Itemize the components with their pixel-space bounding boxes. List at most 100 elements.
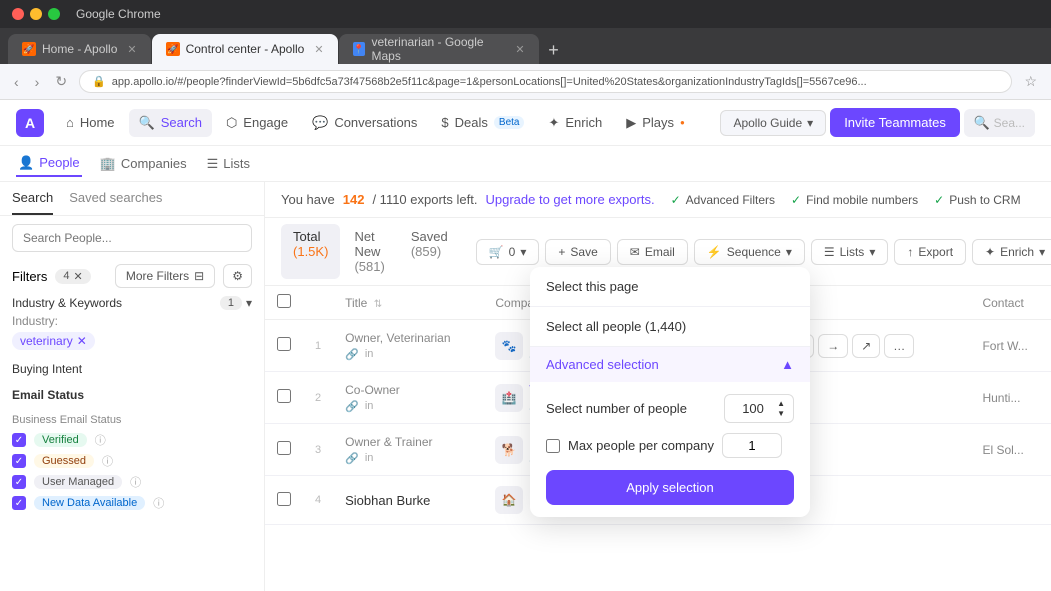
remove-industry-icon[interactable]: ✕ — [77, 334, 87, 348]
more-btn-1[interactable]: … — [884, 334, 914, 358]
nav-search[interactable]: 🔍 Search — [129, 109, 212, 137]
row-number-2: 2 — [303, 372, 333, 424]
people-icon: 👤 — [18, 155, 34, 171]
tab-title-home: Home - Apollo — [42, 42, 117, 56]
upgrade-link[interactable]: Upgrade to get more exports. — [485, 192, 654, 207]
person-title-3: Owner & Trainer — [345, 435, 471, 449]
link-icon-3[interactable]: 🔗 — [345, 452, 359, 465]
filters-count-badge[interactable]: 4 ✕ — [55, 269, 90, 284]
bookmark-button[interactable]: ☆ — [1020, 71, 1041, 92]
location-1: Fort W... — [982, 339, 1027, 353]
share-btn-1[interactable]: ↗ — [852, 334, 880, 358]
company-avatar-4: 🏠 — [495, 486, 523, 514]
sequence-button[interactable]: ⚡ Sequence ▾ — [694, 239, 805, 265]
linkedin-icon-3[interactable]: in — [365, 452, 374, 465]
tab-close-home[interactable]: ✕ — [127, 43, 136, 56]
nav-engage[interactable]: ⬡ Engage — [216, 109, 298, 137]
title-sort-icon[interactable]: ⇅ — [374, 299, 382, 310]
back-button[interactable]: ‹ — [10, 72, 23, 92]
cart-button[interactable]: 🛒 0 ▾ — [476, 239, 540, 265]
tab-close-maps[interactable]: ✕ — [515, 43, 524, 56]
industry-keywords-filter[interactable]: Industry & Keywords 1 ▾ Industry: veteri… — [0, 292, 264, 358]
check-icon-3: ✓ — [934, 193, 944, 207]
max-people-row: Max people per company — [546, 433, 794, 458]
plays-icon: ▶ — [626, 115, 636, 131]
invite-teammates-button[interactable]: Invite Teammates — [830, 108, 960, 137]
select-all-checkbox[interactable] — [277, 294, 291, 308]
chevron-cart-icon: ▾ — [520, 245, 526, 259]
tab-close-control[interactable]: ✕ — [314, 43, 323, 56]
company-avatar-3: 🐕 — [495, 436, 523, 464]
link-icon-2[interactable]: 🔗 — [345, 400, 359, 413]
increment-icon[interactable]: ▲ — [777, 399, 785, 408]
link-icon-1[interactable]: 🔗 — [345, 348, 359, 361]
apollo-guide-button[interactable]: Apollo Guide ▾ — [720, 110, 826, 136]
browser-tab-maps[interactable]: 📍 veterinarian - Google Maps ✕ — [339, 34, 539, 64]
nav-deals[interactable]: $ Deals Beta — [431, 109, 534, 136]
nav-plays[interactable]: ▶ Plays ● — [616, 109, 695, 137]
sidebar-tab-saved[interactable]: Saved searches — [69, 190, 162, 215]
people-search-input[interactable] — [12, 224, 252, 252]
email-button[interactable]: ✉ Email — [617, 239, 688, 265]
mobile-numbers-check: ✓ Find mobile numbers — [791, 193, 918, 207]
more-filters-button[interactable]: More Filters ⊟ — [115, 264, 215, 288]
apply-selection-button[interactable]: Apply selection — [546, 470, 794, 505]
advanced-selection-header[interactable]: Advanced selection ▲ — [530, 347, 810, 382]
close-filter-icon[interactable]: ✕ — [74, 270, 83, 283]
status-new-data-row: ✓ New Data Available ⓘ — [12, 495, 252, 511]
subnav-lists[interactable]: ☰ Lists — [205, 152, 252, 176]
fullscreen-window-button[interactable] — [48, 8, 60, 20]
buying-intent-filter[interactable]: Buying Intent — [0, 358, 264, 380]
industry-count-badge: 1 — [220, 296, 242, 310]
filter-settings-button[interactable]: ⚙ — [223, 264, 252, 288]
forward-btn-1[interactable]: → — [818, 334, 848, 358]
url-bar[interactable]: 🔒 app.apollo.io/#/people?finderViewId=5b… — [79, 70, 1012, 93]
reload-button[interactable]: ↻ — [51, 71, 71, 92]
apollo-guide-label: Apollo Guide — [733, 116, 802, 130]
chevron-seq-icon: ▾ — [786, 245, 792, 259]
row-checkbox-2[interactable] — [277, 389, 291, 403]
mobile-numbers-label: Find mobile numbers — [806, 193, 918, 207]
user-managed-badge: User Managed — [34, 475, 122, 489]
new-tab-button[interactable]: + — [540, 36, 568, 64]
save-button[interactable]: + Save — [545, 239, 610, 265]
tab-saved[interactable]: Saved (859) — [399, 224, 460, 279]
email-status-filter[interactable]: Email Status — [0, 380, 264, 406]
nav-home[interactable]: ⌂ Home — [56, 109, 125, 136]
minimize-window-button[interactable] — [30, 8, 42, 20]
linkedin-icon-2[interactable]: in — [365, 400, 374, 413]
select-all-people-option[interactable]: Select all people (1,440) — [530, 307, 810, 347]
sidebar-search-section — [0, 216, 264, 260]
advanced-selection-body: Select number of people 100 ▲ ▼ Max peop… — [530, 382, 810, 517]
browser-tab-home[interactable]: 🚀 Home - Apollo ✕ — [8, 34, 151, 64]
nav-search-label: Search — [161, 115, 202, 130]
export-button[interactable]: ↑ Export — [894, 239, 966, 265]
global-search-box[interactable]: 🔍 Sea... — [964, 109, 1035, 137]
new-data-info-icon: ⓘ — [153, 495, 164, 511]
tab-net-new[interactable]: Net New (581) — [342, 224, 396, 279]
row-checkbox-4[interactable] — [277, 492, 291, 506]
forward-button[interactable]: › — [31, 72, 44, 92]
nav-conversations[interactable]: 💬 Conversations — [302, 109, 427, 137]
number-of-people-input[interactable]: 100 ▲ ▼ — [724, 394, 794, 423]
select-this-page-option[interactable]: Select this page — [530, 267, 810, 307]
close-window-button[interactable] — [12, 8, 24, 20]
enrich-icon: ✦ — [985, 245, 995, 259]
sidebar-tab-search[interactable]: Search — [12, 190, 53, 215]
lists-button[interactable]: ☰ Lists ▾ — [811, 239, 888, 265]
sub-nav: 👤 People 🏢 Companies ☰ Lists — [0, 146, 1051, 182]
title-cell-2: Co-Owner 🔗 in — [333, 372, 483, 424]
decrement-icon[interactable]: ▼ — [777, 409, 785, 418]
linkedin-icon-1[interactable]: in — [365, 348, 374, 361]
tab-total[interactable]: Total (1.5K) — [281, 224, 340, 279]
nav-enrich[interactable]: ✦ Enrich — [538, 109, 612, 137]
max-people-checkbox[interactable] — [546, 439, 560, 453]
row-checkbox-3[interactable] — [277, 441, 291, 455]
browser-tab-control[interactable]: 🚀 Control center - Apollo ✕ — [152, 34, 338, 64]
row-checkbox-1[interactable] — [277, 337, 291, 351]
enrich-button[interactable]: ✦ Enrich ▾ — [972, 239, 1051, 265]
subnav-people[interactable]: 👤 People — [16, 151, 82, 177]
subnav-companies[interactable]: 🏢 Companies — [98, 152, 189, 176]
title-cell-1: Owner, Veterinarian 🔗 in — [333, 320, 483, 372]
max-people-input[interactable] — [722, 433, 782, 458]
